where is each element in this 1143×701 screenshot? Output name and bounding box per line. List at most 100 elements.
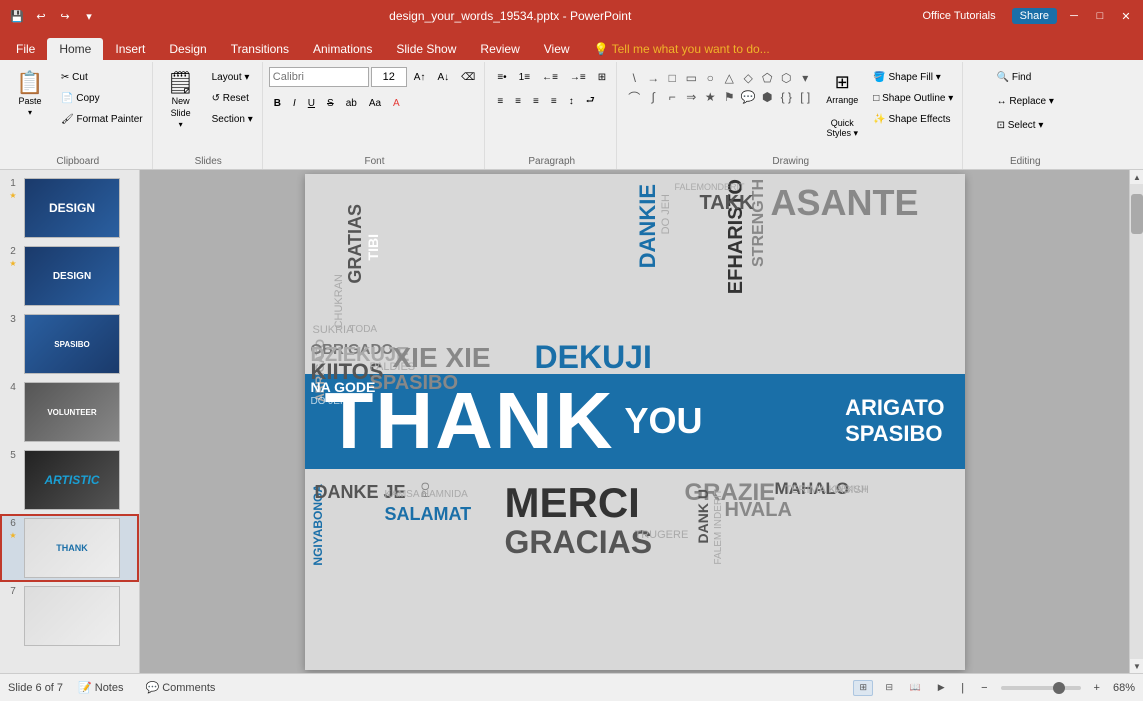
- strikethrough-button[interactable]: S: [322, 93, 339, 113]
- find-button[interactable]: 🔍 Find: [992, 67, 1037, 87]
- font-size-input[interactable]: [371, 67, 407, 87]
- customize-icon[interactable]: ▾: [80, 7, 98, 25]
- columns-button[interactable]: ⊞: [593, 67, 611, 87]
- justify-button[interactable]: ≡: [546, 91, 562, 111]
- bullets-button[interactable]: ≡•: [492, 67, 511, 87]
- shape-rect[interactable]: □: [663, 69, 681, 87]
- shape-line[interactable]: \: [625, 69, 643, 87]
- share-button[interactable]: Share: [1012, 8, 1057, 24]
- increase-font-button[interactable]: A↑: [409, 67, 431, 87]
- close-button[interactable]: ✕: [1117, 7, 1135, 25]
- shape-hex[interactable]: ⬡: [777, 69, 795, 87]
- tab-help[interactable]: 💡 Tell me what you want to do...: [582, 38, 782, 60]
- shape-callout[interactable]: 💬: [739, 88, 757, 106]
- shape-connector[interactable]: ⌐: [663, 88, 681, 106]
- reset-button[interactable]: ↺ Reset: [207, 88, 258, 108]
- minimize-button[interactable]: ─: [1065, 7, 1083, 25]
- paste-caret[interactable]: ▾: [28, 108, 32, 117]
- align-center-button[interactable]: ≡: [510, 91, 526, 111]
- zoom-slider[interactable]: [1001, 686, 1081, 690]
- tab-view[interactable]: View: [532, 38, 582, 60]
- normal-view-button[interactable]: ⊞: [853, 680, 873, 696]
- charspacing-button[interactable]: Aa: [364, 93, 386, 113]
- scroll-thumb[interactable]: [1131, 194, 1143, 234]
- numbering-button[interactable]: 1≡: [514, 67, 535, 87]
- office-tutorials-link[interactable]: Office Tutorials: [922, 10, 995, 22]
- new-slide-caret[interactable]: ▾: [179, 120, 183, 129]
- zoom-in-button[interactable]: +: [1087, 680, 1107, 696]
- tab-file[interactable]: File: [4, 38, 47, 60]
- shape-block-arrow[interactable]: ⇒: [682, 88, 700, 106]
- slide-thumb-5[interactable]: 5 ARTISTIC: [0, 446, 139, 514]
- arrange-button[interactable]: ⊞ Arrange: [820, 67, 864, 112]
- tab-slideshow[interactable]: Slide Show: [384, 38, 468, 60]
- slide-sorter-button[interactable]: ⊟: [879, 680, 899, 696]
- shape-triangle[interactable]: △: [720, 69, 738, 87]
- section-button[interactable]: Section ▾: [207, 109, 258, 129]
- slide-thumb-1[interactable]: 1★ DESIGN: [0, 174, 139, 242]
- shape-pentagon[interactable]: ⬠: [758, 69, 776, 87]
- slide-thumb-4[interactable]: 4 VOLUNTEER: [0, 378, 139, 446]
- scroll-track[interactable]: [1130, 184, 1143, 659]
- shadow-button[interactable]: ab: [341, 93, 362, 113]
- line-spacing-button[interactable]: ↕: [564, 91, 579, 111]
- notes-button[interactable]: 📝 Notes: [71, 679, 130, 696]
- shape-banner[interactable]: ⚑: [720, 88, 738, 106]
- replace-button[interactable]: ↔ Replace ▾: [992, 91, 1059, 111]
- slide-canvas-area[interactable]: THANK YOU ARIGATO SPASIBO GRATIAS TIBI A…: [140, 170, 1129, 673]
- font-name-input[interactable]: [269, 67, 369, 87]
- shape-fill-button[interactable]: 🪣 Shape Fill ▾: [868, 67, 958, 87]
- tab-home[interactable]: Home: [47, 38, 103, 60]
- paste-button[interactable]: 📋 Paste ▾: [8, 67, 52, 132]
- cut-button[interactable]: ✂ Cut: [56, 67, 148, 87]
- shape-eq[interactable]: { }: [777, 88, 795, 106]
- text-direction-button[interactable]: ⮐: [581, 91, 600, 111]
- underline-button[interactable]: U: [303, 93, 320, 113]
- tab-design[interactable]: Design: [157, 38, 218, 60]
- bold-button[interactable]: B: [269, 93, 286, 113]
- shape-brace[interactable]: [ ]: [796, 88, 814, 106]
- indent-left-button[interactable]: ←≡: [537, 67, 563, 87]
- shape-arrow[interactable]: →: [644, 69, 662, 87]
- copy-button[interactable]: 📄 Copy: [56, 88, 148, 108]
- shape-star[interactable]: ★: [701, 88, 719, 106]
- shape-freeform[interactable]: ∫: [644, 88, 662, 106]
- scroll-down-button[interactable]: ▼: [1130, 659, 1143, 673]
- shape-rounded-rect[interactable]: ▭: [682, 69, 700, 87]
- shape-diamond[interactable]: ◇: [739, 69, 757, 87]
- new-slide-button[interactable]: 🗒 New Slide ▾: [159, 67, 203, 132]
- slide-thumb-7[interactable]: 7: [0, 582, 139, 650]
- tab-review[interactable]: Review: [468, 38, 531, 60]
- undo-icon[interactable]: ↩: [32, 7, 50, 25]
- indent-right-button[interactable]: →≡: [565, 67, 591, 87]
- scroll-up-button[interactable]: ▲: [1130, 170, 1143, 184]
- tab-animations[interactable]: Animations: [301, 38, 384, 60]
- redo-icon[interactable]: ↪: [56, 7, 74, 25]
- shape-action[interactable]: ⬢: [758, 88, 776, 106]
- shape-oval[interactable]: ○: [701, 69, 719, 87]
- tab-insert[interactable]: Insert: [103, 38, 157, 60]
- clear-format-button[interactable]: ⌫: [456, 67, 480, 87]
- save-icon[interactable]: 💾: [8, 7, 26, 25]
- slide-thumb-3[interactable]: 3 SPASIBO: [0, 310, 139, 378]
- slideshow-button[interactable]: ▶: [931, 680, 951, 696]
- align-left-button[interactable]: ≡: [492, 91, 508, 111]
- select-button[interactable]: ⊡ Select ▾: [992, 115, 1049, 135]
- slide-thumb-6[interactable]: 6★ THANK: [0, 514, 139, 582]
- reading-view-button[interactable]: 📖: [905, 680, 925, 696]
- align-right-button[interactable]: ≡: [528, 91, 544, 111]
- italic-button[interactable]: I: [288, 93, 301, 113]
- decrease-font-button[interactable]: A↓: [432, 67, 454, 87]
- slide-thumb-2[interactable]: 2★ DESIGN: [0, 242, 139, 310]
- comments-button[interactable]: 💬 Comments: [139, 679, 223, 696]
- shape-more[interactable]: ▾: [796, 69, 814, 87]
- layout-button[interactable]: Layout ▾: [207, 67, 258, 87]
- quick-styles-button[interactable]: Quick Styles ▾: [820, 113, 864, 143]
- shape-outline-button[interactable]: □ Shape Outline ▾: [868, 88, 958, 108]
- zoom-out-button[interactable]: −: [974, 680, 994, 696]
- restore-button[interactable]: □: [1091, 7, 1109, 25]
- tab-transitions[interactable]: Transitions: [219, 38, 301, 60]
- format-painter-button[interactable]: 🖌 Format Painter: [56, 109, 148, 129]
- font-color-button[interactable]: A: [388, 93, 405, 113]
- shape-effects-button[interactable]: ✨ Shape Effects: [868, 109, 958, 129]
